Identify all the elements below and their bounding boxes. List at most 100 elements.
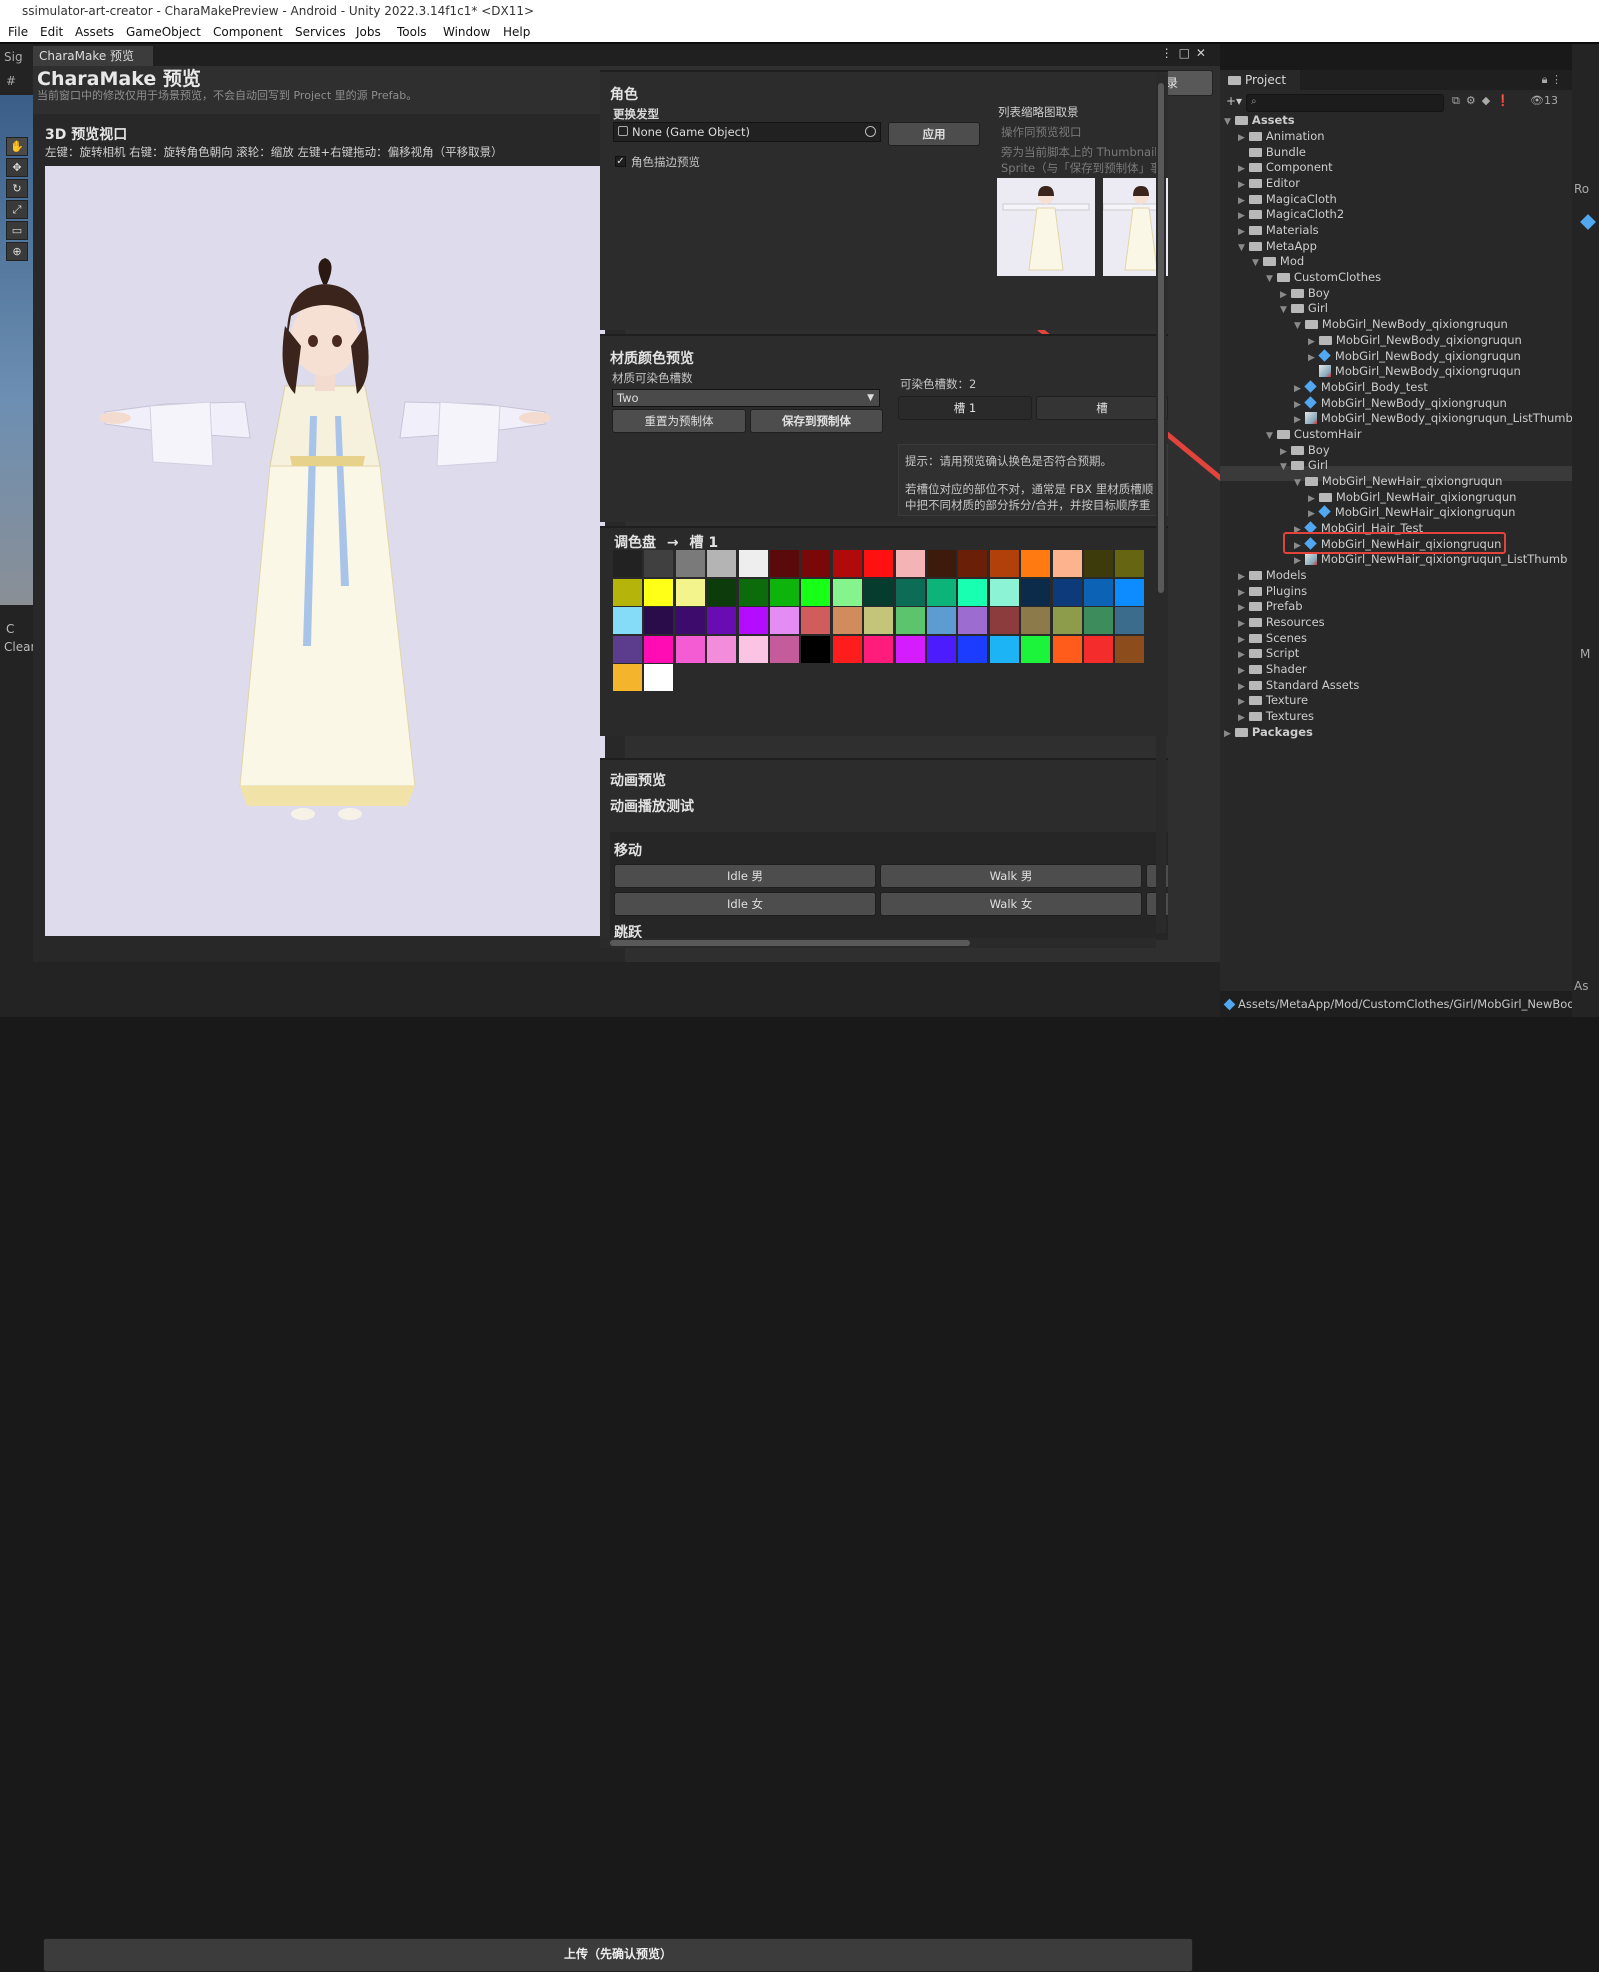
color-swatch[interactable] — [801, 607, 831, 635]
tree-item[interactable]: ▶ Models — [1238, 567, 1306, 583]
tree-item[interactable]: ▶MobGirl_NewBody_qixiongruqun — [1308, 363, 1521, 379]
idle-male-button[interactable]: Idle 男 — [614, 864, 876, 888]
tree-item[interactable]: ▶ Boy — [1280, 285, 1330, 301]
tree-item[interactable]: ▶MobGirl_NewBody_qixiongruqun — [1308, 332, 1522, 348]
color-swatch[interactable] — [989, 635, 1019, 663]
tree-item[interactable]: ▶ MobGirl_NewHair_qixiongruqun — [1308, 504, 1515, 520]
chevron-down-icon[interactable]: ▼ — [1280, 305, 1287, 315]
color-swatch[interactable] — [707, 607, 737, 635]
menu-services[interactable]: Services — [295, 22, 346, 42]
upload-button[interactable]: 上传（先确认预览） — [43, 1938, 1193, 1972]
scale-tool-icon[interactable]: ⤢ — [6, 200, 28, 219]
chevron-right-icon[interactable]: ▶ — [1238, 572, 1245, 582]
tree-item[interactable]: ▼ Girl — [1280, 300, 1328, 316]
color-swatch[interactable] — [832, 550, 862, 577]
color-swatch[interactable] — [707, 578, 737, 606]
tree-item[interactable]: ▶ Textures — [1238, 708, 1314, 724]
color-swatch[interactable] — [738, 578, 768, 606]
apply-button[interactable]: 应用 — [888, 122, 980, 146]
color-swatch[interactable] — [832, 578, 862, 606]
tree-item[interactable]: ▶MobGirl_NewBody_qixiongruqun — [1308, 348, 1521, 364]
tree-item[interactable]: ▶MobGirl_NewBody_qixiongruqun — [1294, 395, 1507, 411]
color-swatch[interactable] — [801, 635, 831, 663]
color-swatch[interactable] — [738, 607, 768, 635]
object-picker-icon[interactable] — [865, 126, 876, 137]
color-swatch[interactable] — [644, 607, 674, 635]
tree-item[interactable]: ▶ MagicaCloth2 — [1238, 206, 1344, 222]
tree-item[interactable]: ▶ Plugins — [1238, 583, 1307, 599]
color-swatch[interactable] — [675, 635, 705, 663]
chevron-down-icon[interactable]: ▼ — [1252, 258, 1259, 268]
chevron-right-icon[interactable]: ▶ — [1238, 713, 1245, 723]
menu-edit[interactable]: Edit — [40, 22, 63, 42]
chevron-down-icon[interactable]: ▼ — [1280, 462, 1287, 472]
color-swatch[interactable] — [1021, 578, 1051, 606]
chevron-right-icon[interactable]: ▶ — [1280, 290, 1287, 300]
color-swatch[interactable] — [738, 635, 768, 663]
menu-jobs[interactable]: Jobs — [356, 22, 381, 42]
color-swatch[interactable] — [958, 635, 988, 663]
tree-item[interactable]: ▶ MagicaCloth — [1238, 191, 1337, 207]
chevron-right-icon[interactable]: ▶ — [1294, 400, 1301, 410]
menu-assets[interactable]: Assets — [75, 22, 114, 42]
chevron-right-icon[interactable]: ▶ — [1238, 133, 1245, 143]
rect-tool-icon[interactable]: ▭ — [6, 221, 28, 240]
slot-count-dropdown[interactable]: Two ▼ — [612, 389, 880, 407]
tab-project[interactable]: Project — [1220, 70, 1300, 90]
tab-charamake[interactable]: CharaMake 预览 — [33, 46, 153, 66]
tree-item[interactable]: ▶ Component — [1238, 159, 1333, 175]
chevron-right-icon[interactable]: ▶ — [1280, 447, 1287, 457]
outline-checkbox[interactable]: ✓ — [615, 156, 626, 167]
color-swatch[interactable] — [989, 550, 1019, 577]
tree-item[interactable]: ▶ Standard Assets — [1238, 677, 1359, 693]
color-swatch[interactable] — [1084, 550, 1113, 577]
color-swatch[interactable] — [895, 550, 925, 577]
color-swatch[interactable] — [958, 578, 988, 606]
chevron-right-icon[interactable]: ▶ — [1308, 337, 1315, 347]
chevron-down-icon[interactable]: ▼ — [1266, 431, 1273, 441]
tree-item[interactable]: ▶ Script — [1238, 645, 1299, 661]
color-swatch[interactable] — [864, 607, 894, 635]
rotate-tool-icon[interactable]: ↻ — [6, 179, 28, 198]
tree-item[interactable]: ▶ MobGirl_NewHair_qixiongruqun — [1308, 489, 1516, 505]
color-swatch[interactable] — [613, 550, 642, 577]
scrollbar-thumb[interactable] — [1158, 83, 1164, 593]
thumbnail-preview[interactable] — [997, 178, 1095, 276]
hand-tool-icon[interactable]: ✋ — [6, 137, 28, 156]
lock-icon[interactable]: 🔒︎ ⋮ — [1542, 73, 1562, 87]
color-swatch[interactable] — [801, 578, 831, 606]
color-swatch[interactable] — [770, 635, 799, 663]
console-label[interactable]: C — [6, 622, 14, 636]
hidden-count[interactable]: 👁︎13 — [1530, 94, 1558, 107]
chevron-right-icon[interactable]: ▶ — [1238, 666, 1245, 676]
create-button[interactable]: +▾ — [1226, 94, 1242, 108]
color-swatch[interactable] — [895, 578, 925, 606]
color-swatch[interactable] — [644, 635, 674, 663]
color-swatch[interactable] — [989, 578, 1019, 606]
chevron-right-icon[interactable]: ▶ — [1238, 180, 1245, 190]
idle-female-button[interactable]: Idle 女 — [614, 892, 876, 916]
hair-object-field[interactable]: None (Game Object) — [613, 122, 881, 142]
menu-help[interactable]: Help — [503, 22, 530, 42]
menu-window[interactable]: Window — [443, 22, 490, 42]
color-swatch[interactable] — [864, 635, 894, 663]
tree-item[interactable]: ▶Bundle — [1238, 144, 1306, 160]
color-swatch[interactable] — [927, 607, 956, 635]
tree-packages[interactable]: ▶ Packages — [1224, 724, 1313, 740]
color-swatch[interactable] — [1052, 578, 1082, 606]
color-swatch[interactable] — [613, 607, 642, 635]
project-search-input[interactable]: ⌕ — [1246, 94, 1444, 112]
color-swatch[interactable] — [738, 550, 768, 577]
walk-male-button[interactable]: Walk 男 — [880, 864, 1142, 888]
color-swatch[interactable] — [1021, 607, 1051, 635]
tree-assets[interactable]: ▼ Assets — [1224, 112, 1295, 128]
tree-item[interactable]: ▶ Prefab — [1238, 598, 1303, 614]
tree-item[interactable]: ▼ MetaApp — [1238, 238, 1317, 254]
chevron-right-icon[interactable]: ▶ — [1238, 164, 1245, 174]
color-swatch[interactable] — [644, 550, 674, 577]
tree-item[interactable]: ▶ Texture — [1238, 692, 1308, 708]
menu-file[interactable]: File — [8, 22, 28, 42]
color-swatch[interactable] — [927, 578, 956, 606]
tree-item[interactable]: ▼ CustomClothes — [1266, 269, 1381, 285]
tree-item[interactable]: ▶ Shader — [1238, 661, 1307, 677]
